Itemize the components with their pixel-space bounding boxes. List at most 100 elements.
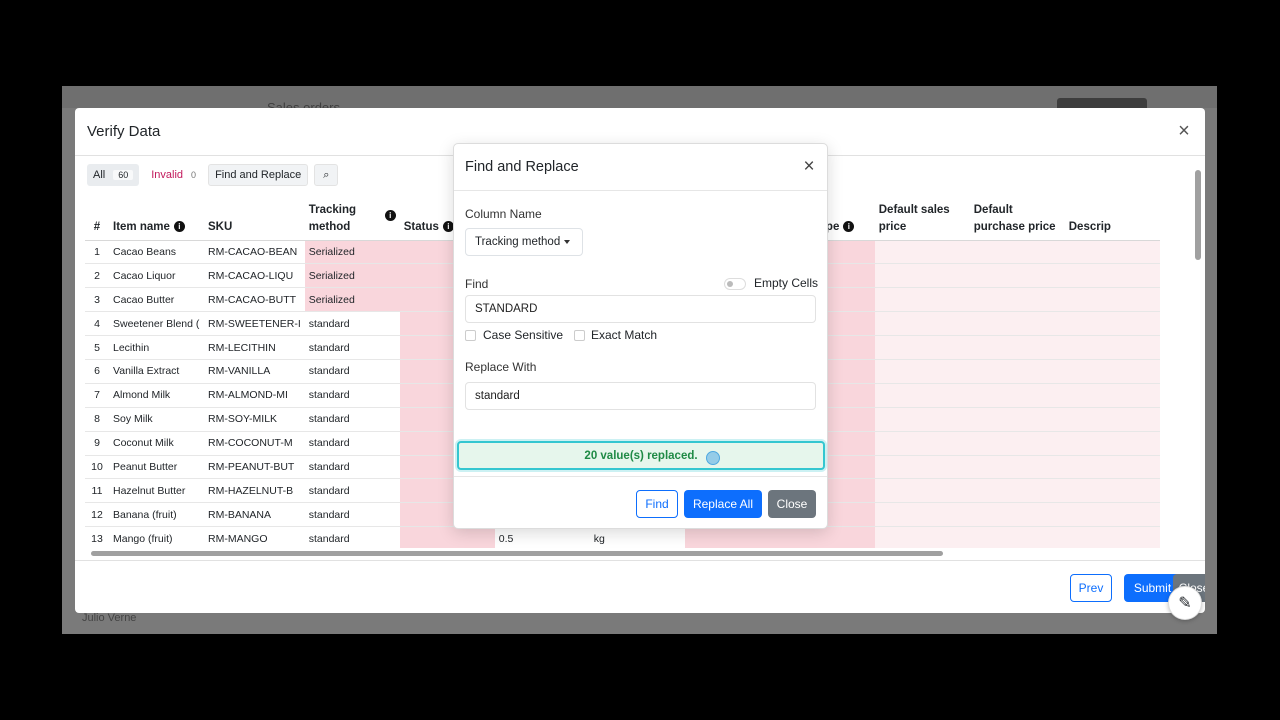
cell-sku[interactable]: RM-HAZELNUT-B (204, 478, 305, 504)
row-number[interactable]: 13 (85, 526, 109, 548)
cell-description[interactable] (1064, 478, 1160, 504)
cell-item-name[interactable]: Mango (fruit) (109, 526, 204, 548)
column-name-dropdown[interactable]: Tracking method (465, 228, 583, 256)
filter-invalid-button[interactable]: Invalid 0 (145, 164, 203, 186)
cell-default-purchase-price[interactable] (969, 383, 1065, 408)
cell-sku[interactable]: RM-COCONUT-M (204, 431, 305, 456)
cell-tracking-method[interactable]: standard (304, 478, 400, 504)
horizontal-scrollbar-thumb[interactable] (91, 551, 943, 556)
cell-description[interactable] (1064, 431, 1160, 456)
cell-default-purchase-price[interactable] (969, 335, 1065, 360)
cell-default-sales-price[interactable] (874, 407, 970, 432)
cell-description[interactable] (1064, 455, 1160, 480)
find-button[interactable]: Find (636, 490, 678, 518)
cell-sku[interactable]: RM-BANANA (204, 502, 305, 528)
close-icon[interactable]: × (1175, 121, 1193, 141)
info-icon[interactable]: i (173, 220, 185, 232)
close-button[interactable]: Close (768, 490, 816, 518)
row-number[interactable]: 2 (85, 263, 109, 289)
cell-tracking-method[interactable]: standard (304, 359, 400, 384)
cell-item-name[interactable]: Coconut Milk (109, 431, 204, 456)
cell-default-sales-price[interactable] (874, 287, 970, 313)
cell-default-purchase-price[interactable] (969, 431, 1065, 456)
cell-item-name[interactable]: Hazelnut Butter (109, 478, 204, 504)
replace-input[interactable]: standard (465, 382, 816, 410)
cell-item-name[interactable]: Lecithin (109, 335, 204, 360)
cell-default-sales-price[interactable] (874, 502, 970, 528)
cell-tracking-method[interactable]: standard (304, 455, 400, 480)
col-header-default-sales-price[interactable]: Default sales price (874, 196, 970, 241)
cell-sku[interactable]: RM-PEANUT-BUT (204, 455, 305, 480)
exact-match-checkbox[interactable] (574, 330, 585, 341)
horizontal-scrollbar[interactable] (87, 550, 1193, 557)
replace-all-button[interactable]: Replace All (684, 490, 762, 518)
info-icon[interactable]: i (843, 220, 855, 232)
row-number[interactable]: 8 (85, 407, 109, 432)
cell-default-sales-price[interactable] (874, 240, 970, 265)
cell-tracking-method[interactable]: standard (304, 335, 400, 360)
cell-item-name[interactable]: Banana (fruit) (109, 502, 204, 528)
cell-sku[interactable]: RM-VANILLA (204, 359, 305, 384)
row-number[interactable]: 4 (85, 311, 109, 337)
col-header-description[interactable]: Descrip (1064, 196, 1160, 241)
cell-description[interactable] (1064, 526, 1160, 548)
cell-sku[interactable]: RM-LECITHIN (204, 335, 305, 360)
cell-description[interactable] (1064, 359, 1160, 384)
cell-default-purchase-price[interactable] (969, 407, 1065, 432)
cell-item-name[interactable]: Sweetener Blend ( (109, 311, 204, 337)
row-number[interactable]: 10 (85, 455, 109, 480)
close-icon[interactable]: × (801, 157, 817, 176)
cell-sku[interactable]: RM-SWEETENER-I (204, 311, 305, 337)
row-number[interactable]: 7 (85, 383, 109, 408)
cell-default-sales-price[interactable] (874, 383, 970, 408)
cell-tracking-method[interactable]: Serialized (304, 263, 400, 289)
empty-cells-toggle[interactable] (724, 278, 746, 290)
row-number[interactable]: 6 (85, 359, 109, 384)
cell-default-purchase-price[interactable] (969, 502, 1065, 528)
cell-default-sales-price[interactable] (874, 478, 970, 504)
cell-tracking-method[interactable]: standard (304, 383, 400, 408)
col-header-item-name[interactable]: Item name i (109, 196, 204, 241)
row-number[interactable]: 5 (85, 335, 109, 360)
cell-sku[interactable]: RM-SOY-MILK (204, 407, 305, 432)
cell-item-name[interactable]: Almond Milk (109, 383, 204, 408)
cell-description[interactable] (1064, 287, 1160, 313)
cell-default-purchase-price[interactable] (969, 455, 1065, 480)
cell-default-purchase-price[interactable] (969, 240, 1065, 265)
row-number[interactable]: 3 (85, 287, 109, 313)
cell-item-name[interactable]: Cacao Butter (109, 287, 204, 313)
vertical-scrollbar-thumb[interactable] (1195, 170, 1201, 260)
cell-description[interactable] (1064, 407, 1160, 432)
row-number[interactable]: 11 (85, 478, 109, 504)
vertical-scrollbar[interactable] (1195, 164, 1201, 554)
cell-sku[interactable]: RM-ALMOND-MI (204, 383, 305, 408)
cell-tracking-method[interactable]: Serialized (304, 240, 400, 265)
cell-item-name[interactable]: Cacao Beans (109, 240, 204, 265)
cell-description[interactable] (1064, 383, 1160, 408)
info-icon[interactable]: i (384, 210, 396, 221)
cell-default-purchase-price[interactable] (969, 526, 1065, 548)
edit-icon[interactable]: ✎ (1168, 586, 1202, 620)
row-number[interactable]: 1 (85, 240, 109, 265)
cell-description[interactable] (1064, 335, 1160, 360)
search-icon[interactable]: ⌕ (314, 164, 339, 186)
col-header-default-purchase-price[interactable]: Default purchase price (969, 196, 1065, 241)
row-number[interactable]: 12 (85, 502, 109, 528)
cell-default-sales-price[interactable] (874, 335, 970, 360)
cell-default-sales-price[interactable] (874, 311, 970, 337)
find-and-replace-button[interactable]: Find and Replace (208, 164, 309, 186)
cell-item-name[interactable]: Soy Milk (109, 407, 204, 432)
cell-default-purchase-price[interactable] (969, 287, 1065, 313)
cell-sku[interactable]: RM-MANGO (204, 526, 305, 548)
cell-tracking-method[interactable]: standard (304, 526, 400, 548)
cell-tracking-method[interactable]: standard (304, 502, 400, 528)
row-number[interactable]: 9 (85, 431, 109, 456)
find-input[interactable]: STANDARD (465, 295, 816, 323)
cell-description[interactable] (1064, 311, 1160, 337)
cell-tracking-method[interactable]: standard (304, 407, 400, 432)
cell-default-sales-price[interactable] (874, 526, 970, 548)
cell-sku[interactable]: RM-CACAO-BEAN (204, 240, 305, 265)
cell-item-name[interactable]: Cacao Liquor (109, 263, 204, 289)
cell-default-purchase-price[interactable] (969, 311, 1065, 337)
col-header-sku[interactable]: SKU (204, 196, 305, 241)
